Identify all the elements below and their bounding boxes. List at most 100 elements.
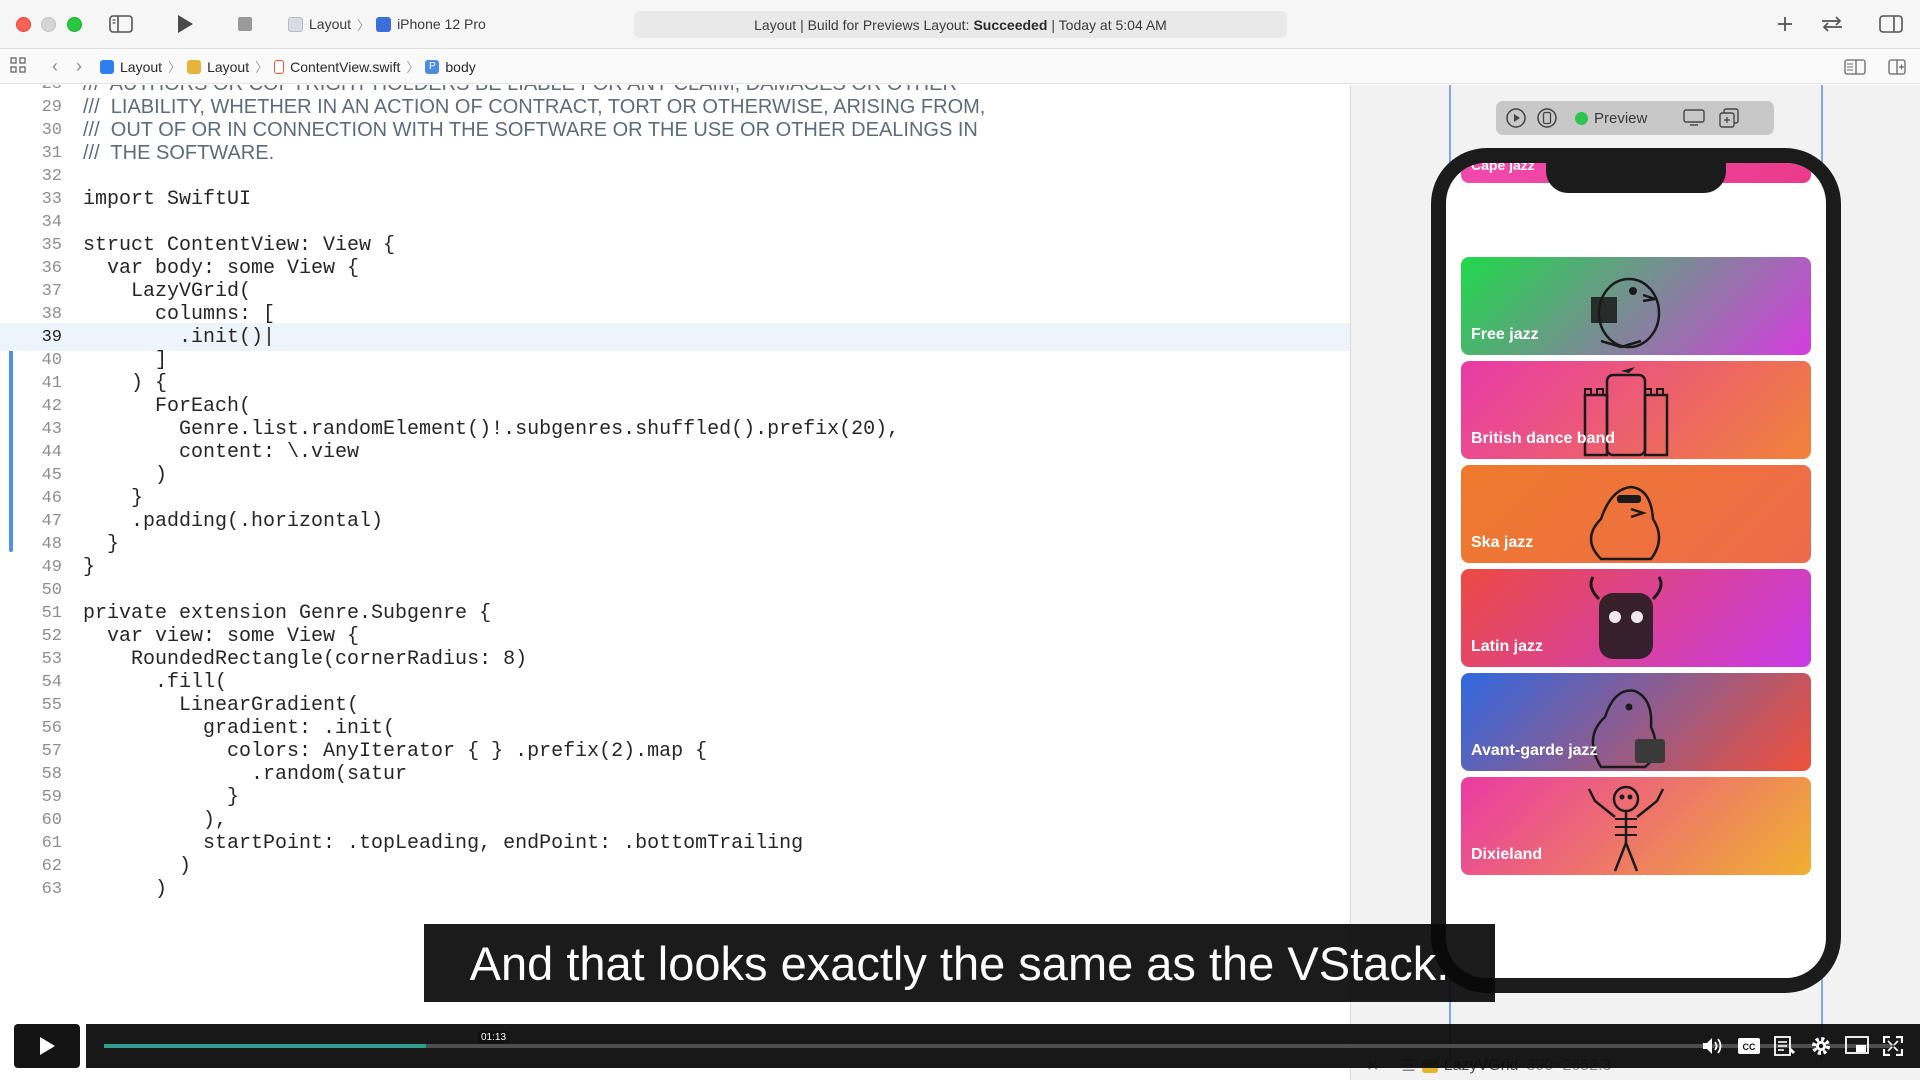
genre-card: Latin jazz	[1461, 569, 1811, 667]
genre-card-label: Latin jazz	[1471, 638, 1544, 655]
line-number: 57	[41, 741, 62, 761]
line-number: 42	[41, 396, 62, 416]
minimize-window-button[interactable]	[41, 17, 56, 32]
settings-gear-icon[interactable]	[1808, 1033, 1834, 1059]
line-number: 63	[41, 879, 62, 899]
volume-icon[interactable]	[1700, 1033, 1726, 1059]
transcript-icon[interactable]	[1772, 1033, 1798, 1059]
line-number: 51	[41, 603, 62, 623]
breadcrumb-file[interactable]: ContentView.swift	[274, 59, 400, 75]
genre-card: Dixieland	[1461, 777, 1811, 875]
line-number: 52	[41, 626, 62, 646]
swift-file-icon	[274, 59, 285, 74]
breadcrumb-symbol-label: body	[445, 58, 476, 75]
line-number: 54	[41, 672, 62, 692]
progress-area: 01:13 CC	[86, 1024, 1920, 1068]
line-number: 37	[41, 281, 62, 301]
forward-icon[interactable]: ›	[76, 56, 82, 77]
line-number: 33	[41, 189, 62, 209]
live-preview-icon[interactable]	[1505, 107, 1527, 129]
genre-card: British dance band	[1461, 361, 1811, 459]
preview-toggle[interactable]: Preview	[1575, 110, 1647, 127]
phone-notch	[1546, 163, 1726, 193]
genre-card-label: Dixieland	[1471, 846, 1543, 863]
breadcrumb-project[interactable]: Layout	[100, 59, 162, 75]
genre-card-label: Free jazz	[1471, 326, 1539, 343]
chevron-right-icon: 〉	[255, 60, 269, 75]
project-icon	[100, 59, 114, 74]
breadcrumb-folder[interactable]: Layout	[187, 59, 249, 75]
sidebar-toggle-icon[interactable]	[108, 12, 134, 36]
stop-icon[interactable]	[234, 12, 256, 36]
breadcrumb-symbol[interactable]: P body	[425, 58, 476, 75]
add-editor-icon[interactable]	[1888, 59, 1906, 78]
line-number: 38	[41, 304, 62, 324]
progress-bar[interactable]	[104, 1044, 1894, 1048]
line-number: 50	[41, 580, 62, 600]
time-tooltip: 01:13	[478, 1031, 510, 1044]
line-number: 31	[41, 143, 62, 163]
xcode-device-icon	[376, 16, 392, 32]
breadcrumb-folder-label: Layout	[207, 58, 250, 75]
activity-status: Layout | Build for Previews Layout: Succ…	[634, 11, 1287, 38]
line-number: 46	[41, 488, 62, 508]
inspector-toggle-icon[interactable]	[1878, 12, 1904, 36]
line-number: 53	[41, 649, 62, 669]
line-number: 56	[41, 718, 62, 738]
preview-controls: Preview	[1496, 101, 1774, 135]
genre-card-label: British dance band	[1471, 430, 1616, 447]
duplicate-preview-icon[interactable]	[1718, 107, 1740, 129]
genre-card: Free jazz	[1461, 257, 1811, 355]
subtitle-caption: And that looks exactly the same as the V…	[424, 924, 1495, 1002]
code-line[interactable]: 63 )	[0, 875, 1350, 903]
chevron-right-icon: 〉	[406, 60, 420, 75]
zoom-window-button[interactable]	[67, 17, 82, 32]
video-player-controls: 01:13 CC	[0, 1022, 1920, 1070]
line-number: 40	[41, 350, 62, 370]
back-icon[interactable]: ‹	[52, 56, 58, 77]
line-number: 45	[41, 465, 62, 485]
scheme-name: Layout	[309, 16, 352, 32]
status-suffix: | Today at 5:04 AM	[1051, 16, 1167, 33]
property-symbol-icon: P	[425, 59, 440, 74]
device-name: iPhone 12 Pro	[397, 16, 486, 32]
breadcrumb-file-label: ContentView.swift	[290, 58, 401, 75]
line-number: 58	[41, 764, 62, 784]
device-preview-icon[interactable]	[1536, 107, 1558, 129]
live-status-icon	[1575, 111, 1588, 125]
line-number: 55	[41, 695, 62, 715]
line-number: 36	[41, 258, 62, 278]
line-number: 48	[41, 534, 62, 554]
run-icon[interactable]	[174, 12, 196, 36]
play-button[interactable]	[14, 1024, 80, 1068]
status-prefix: Layout | Build for Previews Layout:	[754, 16, 970, 33]
caption-text: And that looks exactly the same as the V…	[469, 936, 1450, 990]
app-target-icon	[288, 16, 303, 32]
genre-card: Avant-garde jazz	[1461, 673, 1811, 771]
genre-card: Ska jazz	[1461, 465, 1811, 563]
genre-card-label: Avant-garde jazz	[1471, 742, 1598, 759]
line-number: 29	[41, 97, 62, 117]
line-number: 30	[41, 120, 62, 140]
scheme-selector[interactable]: Layout 〉 iPhone 12 Pro	[288, 13, 486, 35]
line-number: 34	[41, 212, 62, 232]
close-window-button[interactable]	[16, 17, 31, 32]
folder-icon	[187, 59, 202, 74]
preview-label: Preview	[1594, 109, 1648, 127]
code-review-arrows-icon[interactable]	[1818, 12, 1846, 36]
plus-icon[interactable]	[1774, 12, 1796, 36]
inspect-preview-icon[interactable]	[1683, 107, 1706, 129]
line-number: 44	[41, 442, 62, 462]
player-icons: CC	[1700, 1024, 1906, 1068]
fullscreen-icon[interactable]	[1880, 1033, 1906, 1059]
related-items-grid-icon[interactable]	[10, 57, 28, 76]
genre-card-label: Cape jazz	[1471, 163, 1535, 173]
closed-captions-icon[interactable]: CC	[1736, 1033, 1762, 1059]
progress-fill	[104, 1044, 427, 1048]
line-number: 32	[41, 166, 62, 186]
adjust-editor-icon[interactable]	[1844, 59, 1866, 78]
line-number: 47	[41, 511, 62, 531]
line-number: 59	[41, 787, 62, 807]
picture-in-picture-icon[interactable]	[1844, 1033, 1870, 1059]
chevron-right-icon: 〉	[168, 60, 182, 75]
